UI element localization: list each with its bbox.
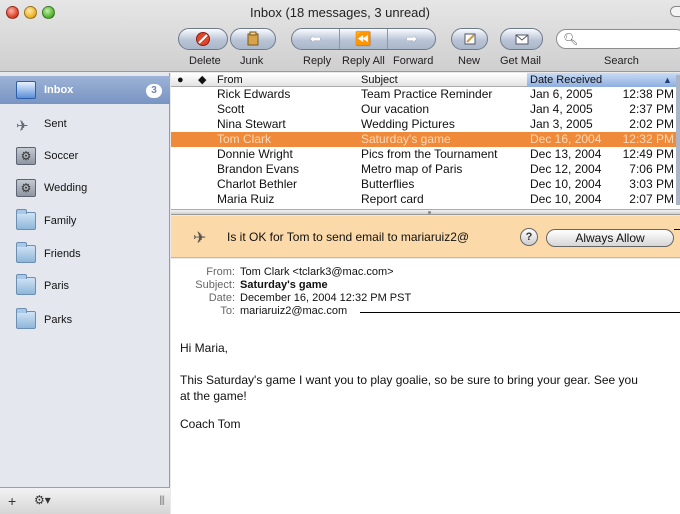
table-row[interactable]: Scott Our vacation Jan 4, 2005 2:37 PM xyxy=(171,102,680,117)
sidebar-item-paris[interactable]: Paris xyxy=(0,272,170,300)
add-mailbox-button[interactable]: + xyxy=(8,493,16,509)
table-row[interactable]: Nina Stewart Wedding Pictures Jan 3, 200… xyxy=(171,117,680,132)
sidebar-item-label: Soccer xyxy=(44,150,79,162)
table-row[interactable]: Rick Edwards Team Practice Reminder Jan … xyxy=(171,87,680,102)
search-icon: 🔍︎ xyxy=(563,32,579,46)
flag-column-icon[interactable]: ◆ xyxy=(198,73,206,87)
folder-icon xyxy=(16,242,36,263)
list-scrollbar[interactable] xyxy=(676,75,680,205)
search-input[interactable]: 🔍︎ xyxy=(556,29,680,49)
reply-all-button[interactable]: ⏪ xyxy=(340,29,388,49)
toolbar: Inbox (18 messages, 3 unread) Delete Jun… xyxy=(0,0,680,72)
message-view: From: Tom Clark <tclark3@mac.com> Subjec… xyxy=(171,259,680,514)
column-header: ● ◆ From Subject Date Received ▲ xyxy=(171,73,680,87)
folder-icon xyxy=(16,209,36,230)
search-label: Search xyxy=(604,55,639,67)
junk-button[interactable] xyxy=(230,28,276,50)
paper-plane-icon: ✈︎ xyxy=(16,118,29,135)
delete-button[interactable] xyxy=(178,28,228,50)
forward-button[interactable]: ➡ xyxy=(388,29,435,49)
folder-icon xyxy=(16,308,36,329)
message-body: This Saturday's game I want you to play … xyxy=(180,373,638,403)
sidebar-item-wedding[interactable]: ⚙ Wedding xyxy=(0,174,170,202)
sidebar-item-friends[interactable]: Friends xyxy=(0,240,170,268)
sidebar-item-label: Family xyxy=(44,215,77,227)
column-date-received[interactable]: Date Received xyxy=(530,73,602,87)
reply-all-arrow-icon: ⏪ xyxy=(355,31,372,46)
folder-icon xyxy=(16,274,36,295)
reply-arrow-icon: ⬅ xyxy=(310,31,321,46)
reply-label: Reply xyxy=(303,55,332,67)
sidebar-item-label: Wedding xyxy=(44,182,88,194)
sidebar-item-sent[interactable]: ✈︎ Sent xyxy=(0,110,170,138)
parental-control-alert: ✈︎ Is it OK for Tom to send email to mar… xyxy=(171,216,680,258)
mail-window: Inbox (18 messages, 3 unread) Delete Jun… xyxy=(0,0,680,514)
message-greeting: Hi Maria, xyxy=(180,341,229,355)
toolbar-toggle-button[interactable] xyxy=(670,6,680,17)
header-to: To: mariaruiz2@mac.com xyxy=(220,304,348,318)
get-mail-label: Get Mail xyxy=(500,55,541,67)
envelope-icon xyxy=(515,34,528,45)
junk-icon xyxy=(247,31,259,46)
sidebar-item-label: Parks xyxy=(44,314,73,326)
table-row[interactable]: Brandon Evans Metro map of Paris Dec 12,… xyxy=(171,162,680,177)
sidebar-item-label: Sent xyxy=(44,118,67,130)
callout-line xyxy=(360,312,680,313)
get-mail-button[interactable] xyxy=(500,28,543,50)
action-menu-gear-icon[interactable]: ⚙▾ xyxy=(34,493,51,507)
recipient-address[interactable]: mariaruiz2@mac.com xyxy=(240,304,347,318)
forward-arrow-icon: ➡ xyxy=(406,31,417,46)
reply-button[interactable]: ⬅ xyxy=(292,29,340,49)
smart-folder-gear-icon: ⚙ xyxy=(16,147,36,165)
forward-label: Forward xyxy=(393,55,434,67)
header-date: Date: December 16, 2004 12:32 PM PST xyxy=(208,292,412,304)
always-allow-button[interactable]: Always Allow xyxy=(546,229,674,247)
table-row-selected[interactable]: Tom Clark Saturday's game Dec 16, 2004 1… xyxy=(171,132,680,147)
message-list: ● ◆ From Subject Date Received ▲ Rick Ed… xyxy=(171,73,680,209)
sidebar-item-soccer[interactable]: ⚙ Soccer xyxy=(0,142,170,170)
delete-label: Delete xyxy=(189,55,221,67)
delete-icon xyxy=(196,32,210,46)
sidebar-item-label: Paris xyxy=(44,280,70,292)
header-from: From: Tom Clark <tclark3@mac.com> xyxy=(206,265,394,279)
divider-grip-icon xyxy=(428,211,431,214)
sidebar-item-inbox[interactable]: Inbox 3 xyxy=(0,76,170,104)
unread-column-dot-icon[interactable]: ● xyxy=(177,73,184,87)
date-value: December 16, 2004 12:32 PM PST xyxy=(240,292,412,304)
new-label: New xyxy=(458,55,481,67)
table-row[interactable]: Maria Ruiz Report card Dec 10, 2004 2:07… xyxy=(171,192,680,207)
column-subject[interactable]: Subject xyxy=(361,73,398,87)
sender-address[interactable]: Tom Clark <tclark3@mac.com> xyxy=(240,265,394,279)
table-row[interactable]: Charlot Bethler Butterflies Dec 10, 2004… xyxy=(171,177,680,192)
smart-folder-gear-icon: ⚙ xyxy=(16,179,36,197)
unread-count-badge: 3 xyxy=(146,84,162,98)
help-button[interactable]: ? xyxy=(520,228,538,246)
sidebar-item-parks[interactable]: Parks xyxy=(0,306,170,334)
sidebar-item-label: Friends xyxy=(44,248,81,260)
alert-message: Is it OK for Tom to send email to mariar… xyxy=(227,230,470,244)
new-message-button[interactable] xyxy=(451,28,488,50)
compose-pencil-icon xyxy=(464,33,475,45)
subject-value: Saturday's game xyxy=(240,279,328,291)
resize-grip-icon[interactable]: ||| xyxy=(159,495,165,506)
reply-segment: ⬅ ⏪ ➡ xyxy=(291,28,436,50)
header-subject: Subject: Saturday's game xyxy=(195,279,328,291)
table-row[interactable]: Donnie Wright Pics from the Tournament D… xyxy=(171,147,680,162)
sidebar-action-bar: + ⚙▾ ||| xyxy=(0,487,170,514)
window-title: Inbox (18 messages, 3 unread) xyxy=(250,5,430,20)
paper-plane-icon: ✈︎ xyxy=(193,230,207,247)
sort-ascending-icon: ▲ xyxy=(663,75,672,85)
column-from[interactable]: From xyxy=(217,73,243,87)
callout-line xyxy=(674,229,680,230)
inbox-tray-icon xyxy=(16,81,36,99)
split-view-divider[interactable] xyxy=(171,209,680,215)
junk-label: Junk xyxy=(240,55,264,67)
message-signoff: Coach Tom xyxy=(180,417,241,431)
mailbox-sidebar: Inbox 3 ✈︎ Sent ⚙ Soccer ⚙ Wedding Famil… xyxy=(0,73,170,514)
reply-all-label: Reply All xyxy=(342,55,385,67)
sidebar-item-label: Inbox xyxy=(44,84,74,96)
sidebar-item-family[interactable]: Family xyxy=(0,207,170,235)
